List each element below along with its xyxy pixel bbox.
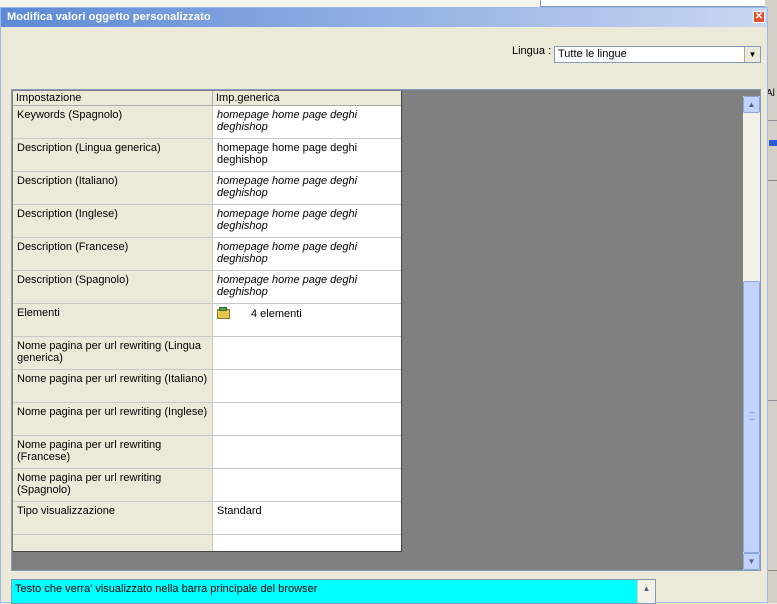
- setting-value-cell[interactable]: [213, 436, 401, 468]
- grid-rows: Keywords (Spagnolo) homepage home page de…: [13, 106, 401, 551]
- close-button[interactable]: ✕: [753, 11, 765, 23]
- table-row[interactable]: Description (Lingua generica) homepage ho…: [13, 139, 401, 172]
- setting-value-text: homepage home page deghi deghishop: [217, 175, 358, 199]
- setting-value-cell[interactable]: [213, 403, 401, 435]
- description-box[interactable]: Testo che verra' visualizzato nella barr…: [11, 579, 656, 604]
- setting-name-cell: Nome pagina per url rewriting (Italiano): [13, 370, 213, 402]
- grip-icon: [749, 412, 755, 420]
- table-row[interactable]: Nome pagina per url rewriting (Inglese): [13, 403, 401, 436]
- grid-header: Impostazione Imp.generica: [13, 91, 401, 106]
- setting-value-text: homepage home page deghi deghishop: [217, 274, 358, 298]
- setting-value-cell[interactable]: homepage home page deghi deghishop: [213, 106, 401, 138]
- setting-name-cell: Nome pagina per url rewriting (Inglese): [13, 403, 213, 435]
- table-row[interactable]: Description (Italiano) homepage home page…: [13, 172, 401, 205]
- folder-icon[interactable]: [217, 307, 231, 319]
- setting-value-cell[interactable]: [213, 370, 401, 402]
- setting-name-cell: Description (Spagnolo): [13, 271, 213, 303]
- language-select[interactable]: Tutte le lingue ▼: [554, 46, 761, 63]
- background-edge-marker: [769, 140, 777, 146]
- setting-name-cell: Elementi: [13, 304, 213, 336]
- setting-value-cell[interactable]: [213, 469, 401, 501]
- setting-name-cell: Description (Francese): [13, 238, 213, 270]
- setting-value-cell[interactable]: homepage home page deghi deghishop: [213, 139, 401, 171]
- table-row[interactable]: Nome pagina per url rewriting (Italiano): [13, 370, 401, 403]
- column-header-setting[interactable]: Impostazione: [13, 91, 213, 105]
- table-row[interactable]: Description (Spagnolo) homepage home page…: [13, 271, 401, 304]
- table-row[interactable]: Nome pagina per url rewriting (Lingua ge…: [13, 337, 401, 370]
- setting-name-cell: Nome pagina per url rewriting (Lingua ge…: [13, 337, 213, 369]
- setting-name-cell: Keywords (Spagnolo): [13, 106, 213, 138]
- language-label: Lingua :: [512, 45, 552, 57]
- setting-value-cell[interactable]: [213, 337, 401, 369]
- description-text: Testo che verra' visualizzato nella barr…: [15, 583, 318, 595]
- dialog-title: Modifica valori oggetto personalizzato: [7, 11, 211, 23]
- setting-name-cell: Description (Inglese): [13, 205, 213, 237]
- setting-name-cell: Nome pagina per url rewriting (Spagnolo): [13, 469, 213, 501]
- background-field: [540, 0, 767, 7]
- property-grid: Impostazione Imp.generica Keywords (Spag…: [13, 91, 402, 552]
- table-row[interactable]: Nome pagina per url rewriting (Spagnolo): [13, 469, 401, 502]
- setting-value-text: homepage home page deghi deghishop: [217, 241, 358, 265]
- scroll-up-button[interactable]: ▲: [743, 96, 760, 113]
- setting-value-cell[interactable]: homepage home page deghi deghishop: [213, 172, 401, 204]
- setting-value-cell[interactable]: homepage home page deghi deghishop: [213, 238, 401, 270]
- property-grid-panel: Impostazione Imp.generica Keywords (Spag…: [11, 89, 761, 571]
- close-icon: ✕: [754, 11, 764, 22]
- setting-name-cell: Description (Lingua generica): [13, 139, 213, 171]
- description-scroll-up[interactable]: ▲: [637, 580, 655, 603]
- setting-value-text: Standard: [217, 505, 262, 517]
- table-row[interactable]: Description (Francese) homepage home page…: [13, 238, 401, 271]
- setting-value-text: homepage home page deghi deghishop: [217, 109, 358, 133]
- title-bar[interactable]: Modifica valori oggetto personalizzato ✕: [1, 8, 767, 27]
- setting-name-cell: Nome pagina per url rewriting (Francese): [13, 436, 213, 468]
- table-row[interactable]: Tipo visualizzazione Standard: [13, 502, 401, 535]
- column-header-value[interactable]: Imp.generica: [213, 91, 401, 105]
- arrow-down-icon: ▼: [747, 557, 756, 566]
- setting-name-cell: Tipo visualizzazione: [13, 502, 213, 534]
- scrollbar-thumb[interactable]: [743, 281, 760, 553]
- scroll-down-button[interactable]: ▼: [743, 553, 760, 570]
- table-row[interactable]: Elementi 4 elementi: [13, 304, 401, 337]
- setting-value-text: 4 elementi: [251, 308, 302, 320]
- arrow-up-icon: ▲: [747, 100, 756, 109]
- setting-name-cell: [13, 535, 213, 551]
- vertical-scrollbar[interactable]: ▲ ▼: [743, 96, 760, 570]
- setting-value-cell[interactable]: homepage home page deghi deghishop: [213, 205, 401, 237]
- arrow-up-icon: ▲: [642, 584, 651, 593]
- setting-value-text: homepage home page deghi deghishop: [217, 142, 358, 166]
- table-row[interactable]: Nome pagina per url rewriting (Francese): [13, 436, 401, 469]
- setting-value-cell[interactable]: homepage home page deghi deghishop: [213, 271, 401, 303]
- setting-value-text: homepage home page deghi deghishop: [217, 208, 358, 232]
- table-row[interactable]: [13, 535, 401, 551]
- chevron-down-icon[interactable]: ▼: [744, 47, 760, 62]
- setting-value-cell[interactable]: 4 elementi: [213, 304, 401, 336]
- setting-name-cell: Description (Italiano): [13, 172, 213, 204]
- table-row[interactable]: Keywords (Spagnolo) homepage home page de…: [13, 106, 401, 139]
- setting-value-cell[interactable]: [213, 535, 401, 551]
- table-row[interactable]: Description (Inglese) homepage home page …: [13, 205, 401, 238]
- setting-value-cell[interactable]: Standard: [213, 502, 401, 534]
- custom-object-dialog: Modifica valori oggetto personalizzato ✕…: [0, 7, 768, 604]
- language-select-value: Tutte le lingue: [558, 48, 627, 60]
